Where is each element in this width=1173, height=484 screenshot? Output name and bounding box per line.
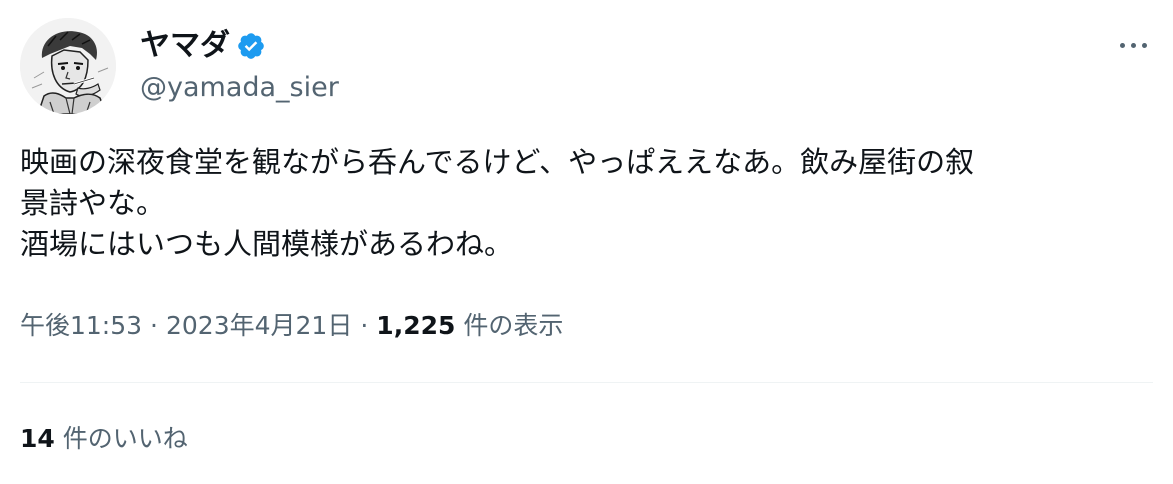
tweet-text-line: 映画の深夜食堂を観ながら呑んでるけど、やっぱええなあ。飲み屋街の叙	[20, 145, 975, 179]
divider	[20, 382, 1153, 383]
tweet-time[interactable]: 午後11:53	[20, 311, 142, 340]
likes-label: 件のいいね	[62, 424, 188, 453]
verified-badge-icon	[236, 31, 266, 61]
separator: ·	[150, 311, 158, 340]
likes-link[interactable]: 14 件のいいね	[20, 422, 188, 456]
name-row: ヤマダ	[140, 26, 266, 66]
tweet-metadata: 午後11:53 · 2023年4月21日 · 1,225 件の表示	[20, 308, 563, 344]
user-handle[interactable]: @yamada_sier	[140, 70, 339, 106]
tweet-text-line: 酒場にはいつも人間模様があるわね。	[20, 227, 514, 261]
views-count: 1,225	[376, 311, 456, 340]
avatar-illustration	[20, 18, 116, 114]
tweet-detail: ヤマダ @yamada_sier 映画の深夜食堂を観ながら呑んでるけど、やっぱえ…	[0, 0, 1173, 484]
likes-count: 14	[20, 424, 55, 453]
more-options-icon[interactable]	[1113, 30, 1153, 60]
tweet-date[interactable]: 2023年4月21日	[166, 311, 352, 340]
views-label: 件の表示	[463, 311, 564, 340]
tweet-text: 映画の深夜食堂を観ながら呑んでるけど、やっぱええなあ。飲み屋街の叙 景詩やな。 …	[20, 142, 1160, 265]
display-name[interactable]: ヤマダ	[140, 27, 230, 65]
tweet-text-line: 景詩やな。	[20, 186, 166, 220]
avatar[interactable]	[20, 18, 116, 114]
separator: ·	[360, 311, 369, 340]
